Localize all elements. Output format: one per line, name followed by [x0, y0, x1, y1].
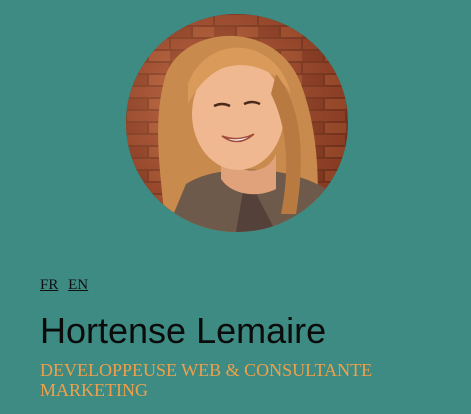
- language-switcher: FR EN: [40, 277, 94, 294]
- profile-title: DEVELOPPEUSE WEB & CONSULTANTE MARKETING: [40, 360, 373, 400]
- profile-photo: [126, 14, 348, 232]
- portrait-image: [126, 14, 348, 232]
- profile-page: FR EN Hortense Lemaire DEVELOPPEUSE WEB …: [0, 0, 471, 414]
- profile-name: Hortense Lemaire: [40, 310, 327, 351]
- language-link-en[interactable]: EN: [68, 277, 88, 293]
- language-link-fr[interactable]: FR: [40, 277, 58, 293]
